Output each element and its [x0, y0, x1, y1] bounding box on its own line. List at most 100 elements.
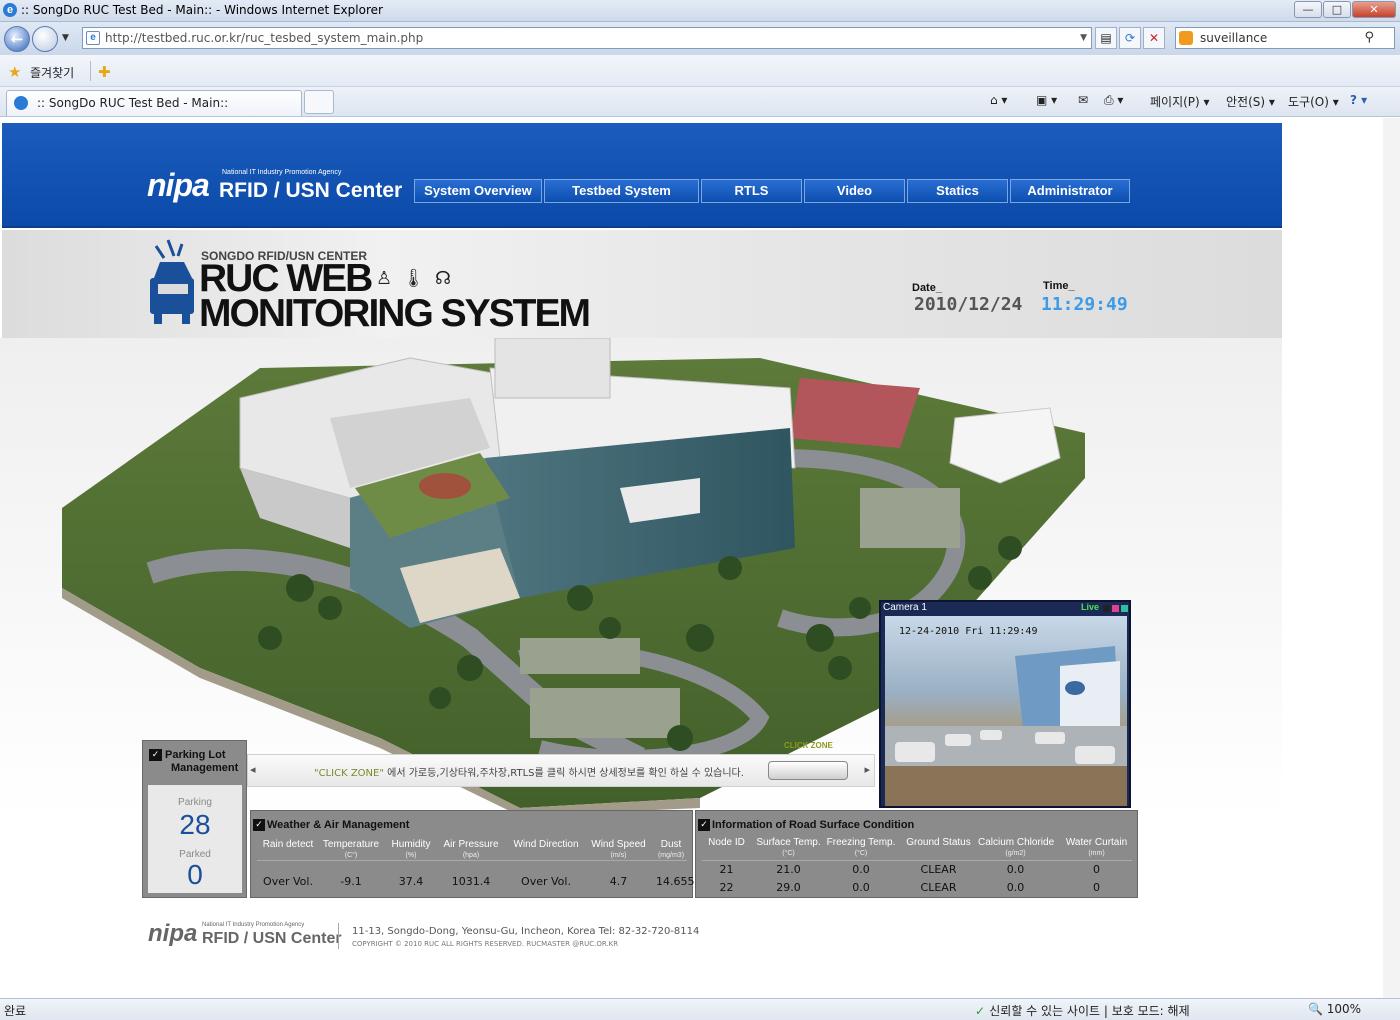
road-col-header: Water Curtain (mm)	[1064, 837, 1129, 859]
road-cell: 22	[719, 881, 734, 894]
footer-logo-nipa: nipa	[148, 920, 198, 947]
mail-icon[interactable]: ✉	[1078, 93, 1088, 107]
search-icon[interactable]: ⚲	[1364, 28, 1374, 48]
nav-system-overview[interactable]: System Overview	[414, 179, 542, 203]
status-bar: 완료 ✓ 신뢰할 수 있는 사이트 | 보호 모드: 해제 🔍 100%	[0, 998, 1400, 1020]
print-icon[interactable]: ⎙ ▾	[1104, 93, 1123, 108]
compat-view-icon[interactable]: ▤	[1095, 27, 1117, 49]
tab-label: :: SongDo RUC Test Bed - Main::	[37, 96, 229, 110]
help-menu[interactable]: ? ▾	[1350, 93, 1367, 107]
road-col-header: Calcium Chloride (g/m2)	[978, 837, 1054, 859]
road-cell: CLEAR	[920, 881, 957, 894]
maximize-button[interactable]: □	[1323, 1, 1351, 18]
weather-col-unit: (%)	[405, 852, 417, 859]
nav-rtls[interactable]: RTLS	[701, 179, 802, 203]
stop-icon[interactable]: ✕	[1143, 27, 1165, 49]
parked-value: 0	[187, 859, 203, 890]
nav-video[interactable]: Video	[804, 179, 905, 203]
site-logo[interactable]: nipa National IT Industry Promotion Agen…	[147, 165, 402, 210]
weather-col-unit: (m/s)	[610, 852, 627, 859]
forward-button[interactable]	[32, 26, 58, 52]
zoom-level[interactable]: 🔍 100%	[1308, 1002, 1361, 1016]
favorites-button[interactable]: 즐겨찾기	[30, 64, 74, 81]
road-col-header: Surface Temp. (°C)	[756, 837, 821, 859]
weather-col-label: Humidity	[391, 839, 431, 850]
search-provider-icon	[1179, 31, 1193, 45]
safety-menu[interactable]: 안전(S) ▾	[1226, 93, 1275, 110]
back-button[interactable]: ←	[4, 26, 30, 52]
weather-value: 1031.4	[451, 875, 491, 888]
tools-menu[interactable]: 도구(O) ▾	[1288, 93, 1339, 110]
favorites-bar: ★ 즐겨찾기 ✚	[0, 55, 1400, 87]
refresh-icon[interactable]: ⟳	[1119, 27, 1141, 49]
window-titlebar: e :: SongDo RUC Test Bed - Main:: - Wind…	[0, 0, 1400, 22]
click-zone-hint-highlight: "CLICK ZONE"	[314, 768, 384, 779]
road-toggle-icon[interactable]: ✓	[698, 819, 710, 831]
history-dropdown-icon[interactable]: ▼	[62, 33, 69, 43]
time-value: 11:29:49	[1041, 294, 1128, 315]
road-cell: 0.0	[852, 863, 870, 876]
page-scrollbar[interactable]	[1383, 118, 1400, 998]
road-cell: CLEAR	[920, 863, 957, 876]
nav-statics[interactable]: Statics	[907, 179, 1008, 203]
camera-feed[interactable]: 12-24-2010 Fri 11:29:49	[885, 616, 1127, 806]
time-label: Time_	[1043, 280, 1075, 292]
zone-left-arrow-icon[interactable]: ◂	[250, 763, 256, 776]
weather-col-header: Dust (mg/m3)	[656, 839, 686, 861]
address-url-text: http://testbed.ruc.or.kr/ruc_tesbed_syst…	[105, 31, 424, 45]
weather-col-label: Wind Direction	[513, 839, 579, 850]
nav-testbed-system[interactable]: Testbed System	[544, 179, 699, 203]
road-col-unit: (mm)	[1088, 850, 1105, 857]
address-input[interactable]: e http://testbed.ruc.or.kr/ruc_tesbed_sy…	[82, 27, 1092, 49]
weather-col-label: Rain detect	[262, 839, 314, 850]
parking-lot-panel[interactable]: ✓ Parking Lot Management Parking 28 Park…	[142, 740, 247, 898]
camera-viewer[interactable]: Camera 1 Live 12-24-2010 Fri 11:29:49	[879, 600, 1131, 808]
weather-col-header: Temperature (C°)	[321, 839, 381, 861]
add-favorite-icon[interactable]: ✚	[98, 63, 111, 81]
click-zone-slider[interactable]	[768, 761, 848, 780]
search-value: suveillance	[1200, 31, 1268, 45]
parking-toggle-icon[interactable]: ✓	[149, 749, 162, 761]
weather-value: 14.655	[656, 875, 695, 888]
road-cell: 0	[1093, 863, 1100, 876]
parking-label: Parking	[178, 797, 212, 808]
feeds-icon[interactable]: ▣ ▾	[1036, 93, 1057, 107]
weather-toggle-icon[interactable]: ✓	[253, 819, 265, 831]
favorites-star-icon[interactable]: ★	[8, 63, 21, 81]
camera-control-icons[interactable]	[1103, 605, 1129, 612]
weather-col-label: Temperature	[322, 839, 380, 850]
bus-icon	[150, 239, 194, 324]
footer-divider	[338, 923, 339, 949]
ie-logo-icon: e	[3, 3, 17, 17]
road-cell: 0	[1093, 881, 1100, 894]
road-cell: 0.0	[1006, 863, 1025, 876]
security-zone[interactable]: ✓ 신뢰할 수 있는 사이트 | 보호 모드: 해제	[975, 1002, 1190, 1019]
click-zone-hint-text: 에서 가로등,기상타워,주차장,RTLS를 클릭 하시면 상세정보를 확인 하실…	[383, 768, 744, 779]
search-input[interactable]: suveillance ⚲	[1175, 27, 1395, 49]
footer-logo-agency: National IT Industry Promotion Agency	[202, 922, 305, 928]
date-label: Date_	[912, 282, 942, 294]
weather-col-header: Rain detect	[259, 839, 317, 850]
weather-col-unit: (mg/m3)	[657, 852, 685, 859]
zone-right-arrow-icon[interactable]: ▸	[864, 763, 870, 776]
new-tab-button[interactable]	[304, 90, 334, 114]
nav-administrator[interactable]: Administrator	[1010, 179, 1130, 203]
weather-panel: ✓ Weather & Air Management Rain detect Ov…	[250, 810, 695, 898]
status-text: 완료	[4, 1004, 27, 1018]
close-window-button[interactable]: ✕	[1352, 1, 1396, 18]
weather-col-unit: (hpa)	[462, 852, 480, 859]
address-dropdown-icon[interactable]: ▼	[1080, 28, 1087, 48]
home-icon[interactable]: ⌂ ▾	[990, 93, 1007, 107]
road-col-label: Freezing Temp.	[826, 837, 896, 848]
site-header: nipa National IT Industry Promotion Agen…	[2, 123, 1282, 228]
click-zone-label: CLICK ZONE	[784, 741, 833, 750]
date-value: 2010/12/24	[914, 294, 1023, 315]
weather-col-header: Humidity (%)	[391, 839, 431, 861]
weather-value: -9.1	[340, 875, 362, 888]
footer-copyright: COPYRIGHT © 2010 RUC ALL RIGHTS RESERVED…	[352, 940, 619, 948]
page-menu[interactable]: 페이지(P) ▾	[1150, 93, 1210, 110]
camera-title: Camera 1	[883, 602, 927, 613]
tab-songdo-main[interactable]: :: SongDo RUC Test Bed - Main::	[6, 90, 302, 116]
minimize-button[interactable]: —	[1294, 1, 1322, 18]
road-col-label: Node ID	[708, 837, 745, 848]
